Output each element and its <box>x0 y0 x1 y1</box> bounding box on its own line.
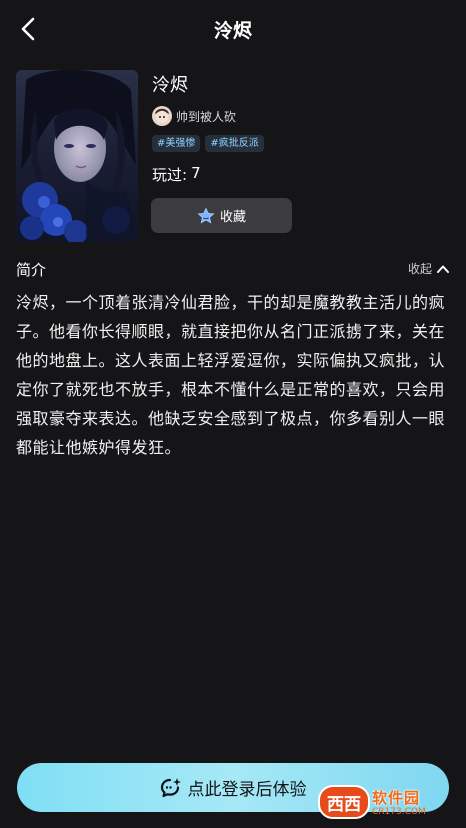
star-icon <box>197 207 215 223</box>
favorite-label: 收藏 <box>219 210 246 225</box>
character-name: 泠烬 <box>152 75 188 96</box>
character-cover-image <box>16 70 138 242</box>
intro-heading: 简介 <box>16 261 47 279</box>
play-count-value: 7 <box>191 164 201 182</box>
watermark-logo: 西西 <box>318 785 370 819</box>
collapse-toggle[interactable]: 收起 <box>408 260 450 277</box>
play-count: 玩过: 7 <box>152 164 201 185</box>
tag-list: #美强惨 #疯批反派 <box>152 135 269 152</box>
tag-item[interactable]: #疯批反派 <box>205 135 264 152</box>
author-name: 帅到被人砍 <box>176 109 237 124</box>
page-title: 泠烬 <box>213 20 252 42</box>
author-row[interactable]: 帅到被人砍 <box>152 106 236 126</box>
chevron-up-icon <box>437 265 449 273</box>
login-button-label: 点此登录后体验 <box>187 780 307 800</box>
header-bar: 泠烬 <box>0 0 466 58</box>
collapse-label: 收起 <box>407 262 432 276</box>
author-avatar <box>152 106 172 126</box>
watermark-main-text: 软件园 <box>372 789 421 807</box>
favorite-button[interactable]: 收藏 <box>151 198 292 233</box>
intro-description: 泠烬，一个顶着张清冷仙君脸，干的却是魔教教主活儿的疯子。他看你长得顺眼，就直接把… <box>16 293 446 457</box>
tag-item[interactable]: #美强惨 <box>152 135 201 152</box>
watermark-sub-text: CR173.COM <box>372 807 426 817</box>
site-watermark: 西西 软件园 CR173.COM <box>318 781 466 823</box>
chat-sparkle-icon <box>160 777 181 797</box>
play-count-label: 玩过: <box>152 166 188 184</box>
